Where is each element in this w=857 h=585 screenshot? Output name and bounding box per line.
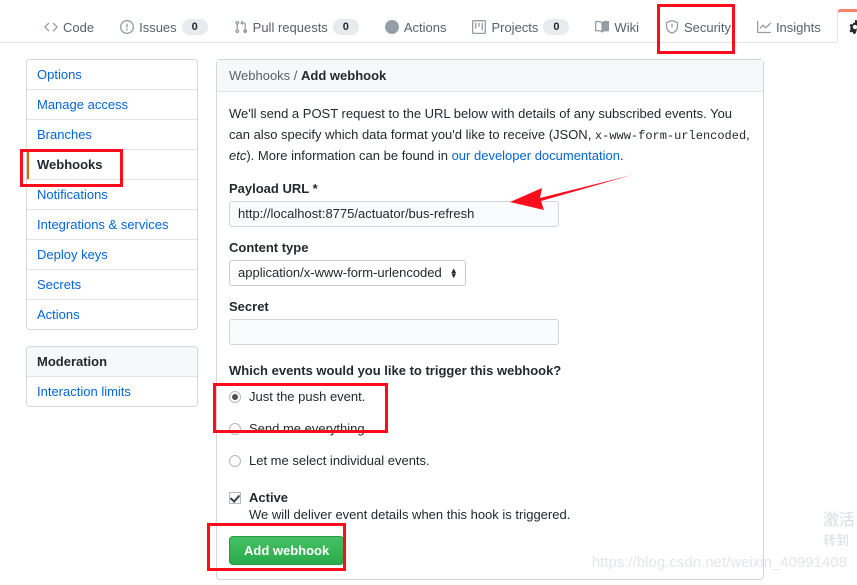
activation-line-1: 激活 xyxy=(822,511,855,529)
event-option-everything[interactable]: Send me everything. xyxy=(229,421,751,436)
secret-field: Secret xyxy=(229,299,751,345)
add-webhook-box: Webhooks / Add webhook We'll send a POST… xyxy=(216,59,764,580)
payload-url-input[interactable] xyxy=(229,200,559,227)
gear-icon xyxy=(848,20,857,34)
radio-select-individual-events[interactable] xyxy=(229,454,241,467)
main-content: Webhooks / Add webhook We'll send a POST… xyxy=(216,59,764,580)
nav-tab-label: Insights xyxy=(775,19,821,35)
moderation-menu: Moderation Interaction limits xyxy=(26,346,198,407)
nav-tab-label: Wiki xyxy=(614,19,639,35)
event-option-label: Just the push event. xyxy=(249,388,366,404)
chevron-updown-icon: ▲ ▼ xyxy=(449,265,458,280)
sidebar-item-options[interactable]: Options xyxy=(27,60,197,90)
page-body: Options Manage access Branches Webhooks … xyxy=(0,43,857,580)
sidebar-item-integrations-services[interactable]: Integrations & services xyxy=(27,210,197,240)
settings-sidebar: Options Manage access Branches Webhooks … xyxy=(26,59,198,580)
windows-activation-watermark: 激活 转到 xyxy=(823,509,855,551)
sidebar-item-secrets[interactable]: Secrets xyxy=(27,270,197,300)
content-type-select-box[interactable]: application/x-www-form-urlencoded ▲ ▼ xyxy=(229,259,466,286)
content-type-select[interactable]: application/x-www-form-urlencoded ▲ ▼ xyxy=(229,259,466,286)
blog-url-watermark: https://blog.csdn.net/weixin_40991408 xyxy=(591,554,847,571)
intro-em: etc xyxy=(229,147,247,163)
add-webhook-button[interactable]: Add webhook xyxy=(229,535,345,565)
breadcrumb-parent[interactable]: Webhooks / xyxy=(229,68,297,83)
book-icon xyxy=(595,20,610,34)
secret-label: Secret xyxy=(229,298,269,314)
radio-send-everything[interactable] xyxy=(229,422,241,435)
repo-nav: Code Issues 0 Pull requests 0 Actions Pr… xyxy=(0,0,857,43)
nav-tab-label: Issues xyxy=(139,19,177,35)
project-icon xyxy=(472,20,487,34)
nav-tab-code[interactable]: Code xyxy=(34,11,104,43)
intro-text: We'll send a POST request to the URL bel… xyxy=(229,104,751,167)
nav-tab-label: Actions xyxy=(403,19,447,35)
issue-opened-icon xyxy=(120,20,135,34)
content-type-label: Content type xyxy=(229,239,309,255)
nav-tab-actions[interactable]: Actions xyxy=(375,11,457,43)
payload-url-label-text: Payload URL xyxy=(229,180,309,196)
moderation-heading: Moderation xyxy=(27,347,197,377)
breadcrumb-current: Add webhook xyxy=(301,68,387,83)
event-option-push[interactable]: Just the push event. xyxy=(229,389,751,404)
event-option-label: Send me everything. xyxy=(249,420,369,436)
pull-requests-count-badge: 0 xyxy=(332,19,359,35)
nav-tab-label: Code xyxy=(63,19,95,35)
sidebar-item-manage-access[interactable]: Manage access xyxy=(27,90,197,120)
graph-icon xyxy=(756,20,771,34)
active-label: Active xyxy=(249,489,289,505)
sidebar-item-branches[interactable]: Branches xyxy=(27,120,197,150)
nav-tab-label: Projects xyxy=(491,19,539,35)
breadcrumb: Webhooks / Add webhook xyxy=(217,60,763,92)
projects-count-badge: 0 xyxy=(543,19,570,35)
active-help-text: We will deliver event details when this … xyxy=(249,506,571,522)
play-icon xyxy=(384,20,399,34)
nav-tab-issues[interactable]: Issues 0 xyxy=(110,11,218,43)
event-option-label: Let me select individual events. xyxy=(249,452,430,468)
sidebar-item-actions[interactable]: Actions xyxy=(27,300,197,329)
required-asterisk: * xyxy=(312,180,318,196)
nav-tab-pull-requests[interactable]: Pull requests 0 xyxy=(224,11,369,43)
intro-part3: ). More information can be found in xyxy=(246,147,452,163)
nav-tab-security[interactable]: Security xyxy=(655,11,741,43)
nav-tab-wiki[interactable]: Wiki xyxy=(585,11,649,43)
nav-tab-label: Pull requests xyxy=(252,19,328,35)
nav-tab-insights[interactable]: Insights xyxy=(747,11,831,43)
sidebar-item-interaction-limits[interactable]: Interaction limits xyxy=(27,377,197,406)
content-type-field: Content type application/x-www-form-urle… xyxy=(229,240,751,286)
content-type-value: application/x-www-form-urlencoded xyxy=(238,265,442,281)
sidebar-item-notifications[interactable]: Notifications xyxy=(27,180,197,210)
sidebar-item-deploy-keys[interactable]: Deploy keys xyxy=(27,240,197,270)
git-pull-request-icon xyxy=(234,20,248,34)
nav-tab-label: Security xyxy=(683,19,731,35)
nav-tab-settings[interactable]: Settings xyxy=(836,9,857,43)
intro-part2: , xyxy=(746,126,750,142)
activation-line-2: 转到 xyxy=(822,533,849,549)
radio-just-push-event[interactable] xyxy=(229,390,241,403)
intro-code: x-www-form-urlencoded xyxy=(594,128,747,143)
intro-part4: . xyxy=(619,147,624,163)
code-icon xyxy=(44,20,58,34)
nav-tab-projects[interactable]: Projects 0 xyxy=(462,11,579,43)
events-question: Which events would you like to trigger t… xyxy=(229,362,562,378)
developer-documentation-link[interactable]: our developer documentation xyxy=(452,148,620,163)
shield-icon xyxy=(665,20,679,34)
settings-menu: Options Manage access Branches Webhooks … xyxy=(26,59,198,330)
sidebar-item-webhooks[interactable]: Webhooks xyxy=(27,150,197,180)
active-checkbox-row[interactable]: Active xyxy=(229,490,751,505)
payload-url-label: Payload URL * xyxy=(229,181,751,196)
payload-url-field: Payload URL * xyxy=(229,181,751,227)
secret-input[interactable] xyxy=(229,318,559,345)
issues-count-badge: 0 xyxy=(181,19,208,35)
active-checkbox[interactable] xyxy=(229,491,241,504)
event-option-individual[interactable]: Let me select individual events. xyxy=(229,453,751,468)
add-webhook-form: We'll send a POST request to the URL bel… xyxy=(217,92,763,579)
